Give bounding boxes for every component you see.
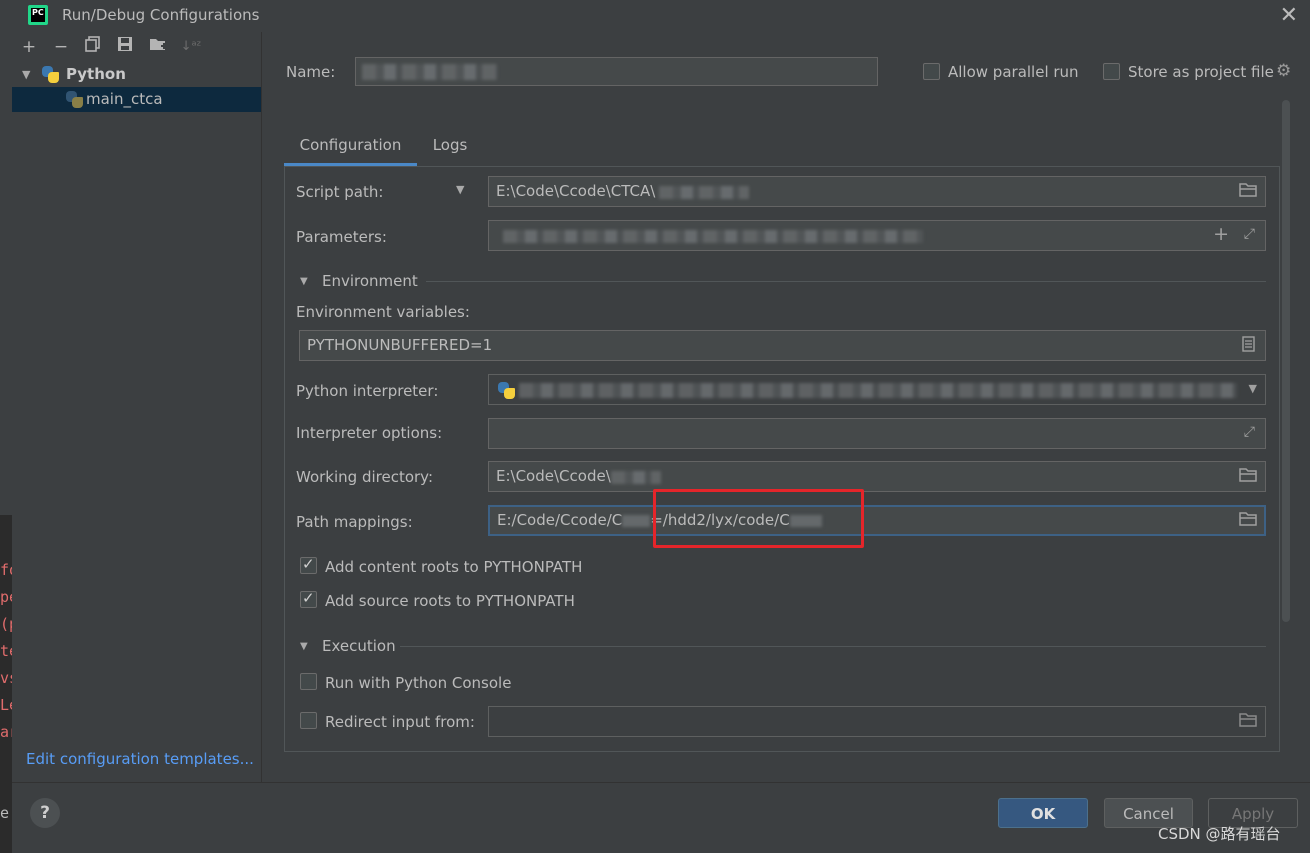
bottom-divider	[12, 782, 1310, 783]
tree-item-python[interactable]: ▼ Python	[12, 62, 261, 87]
chevron-down-icon[interactable]: ▼	[22, 62, 30, 87]
run-with-python-console-label: Run with Python Console	[325, 674, 512, 692]
tab-logs[interactable]: Logs	[417, 126, 483, 166]
path-mappings-label: Path mappings:	[296, 513, 413, 531]
name-input[interactable]	[355, 57, 878, 86]
path-mappings-value: E:/Code/Ccode/C =/hdd2/lyx/code/C	[497, 511, 822, 529]
expand-icon[interactable]: ⤢	[1244, 424, 1255, 440]
folder-icon[interactable]	[1239, 511, 1257, 530]
section-divider	[426, 281, 1266, 282]
remove-configuration-button[interactable]: −	[50, 36, 72, 58]
env-vars-value: PYTHONUNBUFFERED=1	[307, 336, 493, 354]
configuration-panel	[284, 166, 1280, 752]
execution-section-title: Execution	[322, 637, 396, 655]
copy-icon	[85, 36, 100, 52]
save-configuration-button[interactable]	[114, 36, 136, 58]
interpreter-options-label: Interpreter options:	[296, 424, 443, 442]
python-interpreter-select[interactable]: ▼	[488, 374, 1266, 405]
editor-line: ar	[0, 723, 12, 741]
new-folder-button[interactable]	[147, 36, 169, 58]
script-path-input[interactable]: E:\Code\Ccode\CTCA\	[488, 176, 1266, 207]
plus-icon[interactable]: +	[1213, 223, 1229, 245]
run-with-python-console-checkbox[interactable]	[300, 673, 317, 690]
allow-parallel-run-label: Allow parallel run	[948, 63, 1079, 81]
configurations-tree-panel: + − ↓ᵃᶻ ▼ Python main_ctca Edit configur…	[12, 32, 262, 782]
tree-toolbar: + − ↓ᵃᶻ	[12, 32, 261, 62]
folder-icon[interactable]	[1239, 712, 1257, 731]
execution-collapse-icon[interactable]: ▼	[300, 641, 308, 652]
ok-button[interactable]: OK	[998, 798, 1088, 828]
working-directory-input[interactable]: E:\Code\Ccode\	[488, 461, 1266, 492]
tree-item-label: Python	[66, 65, 126, 83]
folder-icon[interactable]	[1239, 182, 1257, 201]
store-as-project-file-label: Store as project file	[1128, 63, 1274, 81]
parameters-label: Parameters:	[296, 228, 387, 246]
folder-icon[interactable]	[1239, 467, 1257, 486]
editor-line: te	[0, 642, 12, 660]
editor-background-bleed: fo pe (p te vs Le ar e	[0, 515, 12, 853]
working-directory-value: E:\Code\Ccode\	[496, 467, 611, 485]
save-icon	[118, 37, 132, 51]
python-icon	[498, 382, 515, 399]
redirect-input-checkbox[interactable]	[300, 712, 317, 729]
redirect-input-field[interactable]	[488, 706, 1266, 737]
working-directory-label: Working directory:	[296, 468, 434, 486]
add-content-roots-label: Add content roots to PYTHONPATH	[325, 558, 583, 576]
app-icon-text: PC	[31, 8, 45, 22]
parameters-input[interactable]: + ⤢	[488, 220, 1266, 251]
sort-configurations-button[interactable]: ↓ᵃᶻ	[180, 36, 202, 58]
editor-line: fo	[0, 561, 12, 579]
gear-icon[interactable]: ⚙	[1276, 61, 1291, 81]
path-mappings-remote: =/hdd2/lyx/code/C	[650, 511, 790, 529]
folder-add-icon	[150, 39, 167, 50]
store-as-project-file-checkbox[interactable]	[1103, 63, 1120, 80]
path-mappings-local: E:/Code/Ccode/C	[497, 511, 623, 529]
python-interpreter-label: Python interpreter:	[296, 382, 439, 400]
help-button[interactable]: ?	[30, 798, 60, 828]
script-type-dropdown-icon[interactable]: ▼	[456, 183, 464, 196]
editor-line: e	[0, 804, 10, 822]
script-path-value: E:\Code\Ccode\CTCA\	[496, 182, 656, 200]
pycharm-app-icon: PC	[28, 5, 48, 25]
edit-configuration-templates-link[interactable]: Edit configuration templates...	[26, 750, 254, 768]
document-icon[interactable]	[1242, 336, 1255, 356]
tree-item-label: main_ctca	[86, 90, 163, 108]
python-config-icon	[66, 91, 83, 108]
python-icon	[42, 66, 59, 83]
copy-configuration-button[interactable]	[82, 36, 104, 58]
env-vars-label: Environment variables:	[296, 303, 470, 321]
close-icon[interactable]: ✕	[1280, 3, 1298, 28]
section-divider	[400, 646, 1266, 647]
dialog-title: Run/Debug Configurations	[62, 6, 260, 24]
tree-item-main-ctca[interactable]: main_ctca	[12, 87, 261, 112]
script-path-label: Script path:	[296, 183, 384, 201]
tab-configuration[interactable]: Configuration	[284, 126, 417, 166]
add-source-roots-checkbox[interactable]	[300, 589, 317, 608]
redirect-input-label: Redirect input from:	[325, 713, 475, 731]
editor-line: pe	[0, 588, 12, 606]
title-bar: PC Run/Debug Configurations ✕	[12, 0, 1310, 32]
add-content-roots-checkbox[interactable]	[300, 555, 317, 574]
add-configuration-button[interactable]: +	[18, 36, 40, 58]
expand-icon[interactable]: ⤢	[1244, 226, 1255, 242]
environment-section-title: Environment	[322, 272, 418, 290]
run-debug-dialog: PC Run/Debug Configurations ✕ + − ↓ᵃᶻ ▼ …	[12, 0, 1310, 853]
env-vars-input[interactable]: PYTHONUNBUFFERED=1	[299, 330, 1266, 361]
chevron-down-icon[interactable]: ▼	[1249, 382, 1257, 395]
editor-line: Le	[0, 696, 12, 714]
watermark-text: CSDN @路有瑶台	[1158, 825, 1281, 843]
path-mappings-input[interactable]: E:/Code/Ccode/C =/hdd2/lyx/code/C	[488, 505, 1266, 536]
add-source-roots-label: Add source roots to PYTHONPATH	[325, 592, 575, 610]
allow-parallel-run-checkbox[interactable]	[923, 63, 940, 80]
editor-line: vs	[0, 669, 12, 687]
configurations-tree: ▼ Python main_ctca	[12, 62, 261, 112]
editor-line: (p	[0, 615, 12, 633]
name-label: Name:	[286, 63, 336, 81]
environment-collapse-icon[interactable]: ▼	[300, 276, 308, 287]
interpreter-options-input[interactable]: ⤢	[488, 418, 1266, 449]
vertical-scrollbar[interactable]	[1282, 100, 1290, 622]
